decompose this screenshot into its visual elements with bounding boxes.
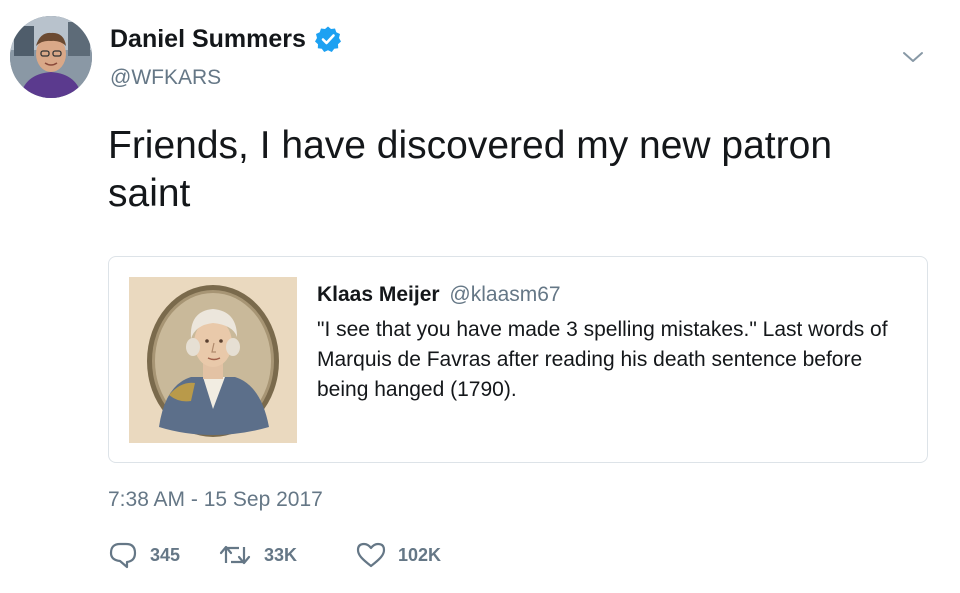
heart-icon (356, 542, 386, 568)
retweet-icon (219, 545, 251, 565)
quoted-tweet-image (129, 277, 297, 443)
retweet-count: 33K (264, 544, 298, 565)
like-count: 102K (398, 544, 442, 565)
tweet-actions: 345 33K 102K (108, 540, 476, 570)
like-button[interactable]: 102K (356, 541, 476, 569)
reply-button[interactable]: 345 (108, 541, 218, 569)
quoted-tweet-header: Klaas Meijer @klaasm67 (317, 281, 917, 309)
tweet-timestamp[interactable]: 7:38 AM - 15 Sep 2017 (108, 488, 323, 512)
quoted-tweet-text: "I see that you have made 3 spelling mis… (317, 318, 888, 401)
reply-icon (109, 542, 137, 569)
tweet-text: Friends, I have discovered my new patron… (108, 124, 833, 215)
author-display-name[interactable]: Daniel Summers (110, 25, 306, 54)
retweet-button[interactable]: 33K (218, 541, 356, 569)
tweet-author: Daniel Summers @WFKARS (110, 22, 342, 90)
verified-badge-icon (314, 25, 342, 53)
quoted-author-name[interactable]: Klaas Meijer (317, 283, 440, 306)
avatar-image (10, 16, 92, 98)
reply-count: 345 (150, 544, 181, 565)
quoted-author-handle[interactable]: @klaasm67 (449, 283, 560, 306)
chevron-down-icon[interactable] (898, 46, 928, 68)
avatar[interactable] (10, 16, 92, 98)
quoted-tweet-card[interactable]: Klaas Meijer @klaasm67 "I see that you h… (108, 256, 928, 463)
author-name-row: Daniel Summers (110, 22, 342, 56)
author-handle[interactable]: @WFKARS (110, 66, 342, 90)
quoted-tweet-body: Klaas Meijer @klaasm67 "I see that you h… (317, 281, 917, 405)
